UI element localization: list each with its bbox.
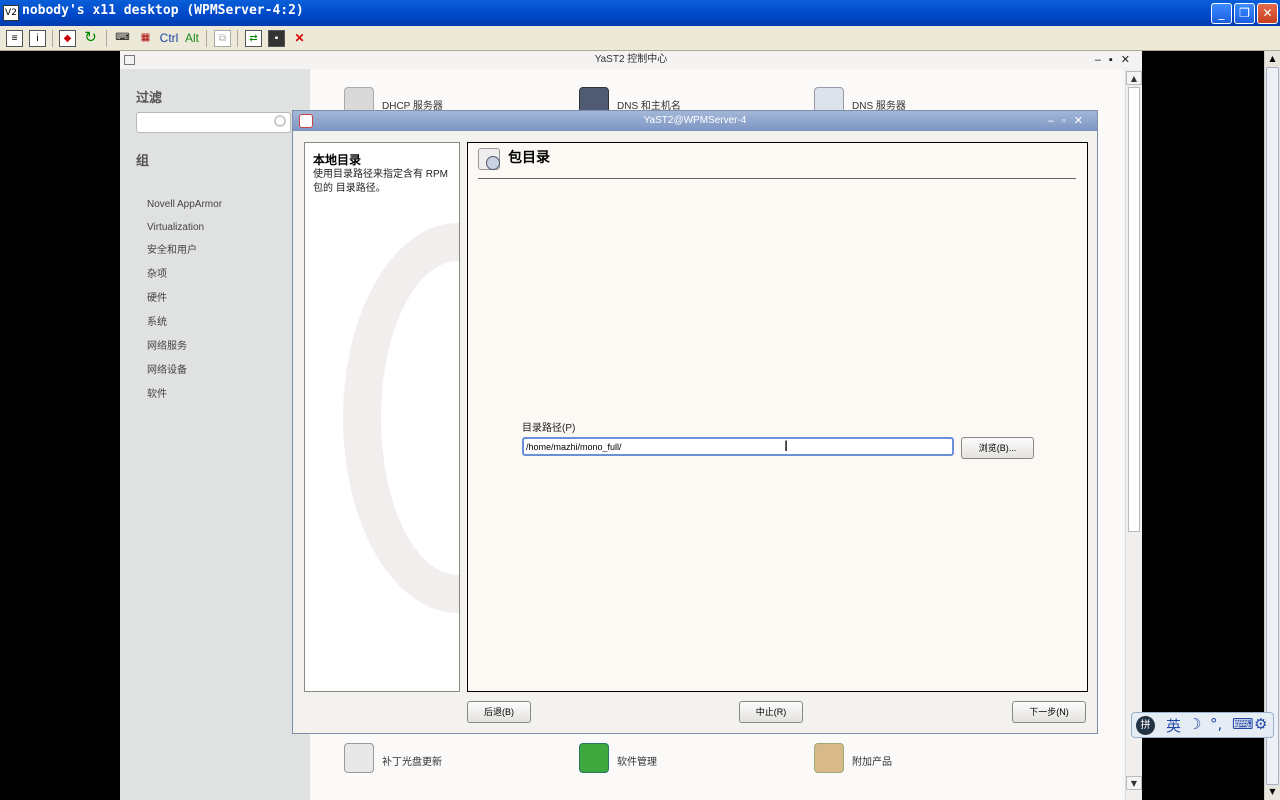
vnc-toolbar: ≡ i ◆ ↻ ⌨ ▦ Ctrl Alt ⧉ ⇄ ▪ ✕ — [0, 26, 1280, 51]
vnc-scroll-up-icon[interactable]: ▲ — [1265, 51, 1280, 66]
vnc-scrollbar[interactable]: ▲ ▼ — [1264, 51, 1280, 800]
patch-cd-icon — [344, 743, 374, 773]
vnc-scroll-down-icon[interactable]: ▼ — [1265, 784, 1280, 799]
browse-button[interactable]: 浏览(B)... — [961, 437, 1034, 459]
path-label: 目录路径(P) — [522, 423, 576, 434]
addon-box-icon — [814, 743, 844, 773]
options-icon[interactable]: ≡ — [6, 30, 23, 47]
group-heading: 组 — [136, 153, 150, 168]
toolbar-separator — [237, 30, 238, 47]
ctrl-alt-del-icon[interactable]: ⌨ — [114, 30, 131, 47]
toolbar-separator — [52, 30, 53, 47]
sidebar-item-software[interactable]: 软件 — [147, 387, 222, 411]
path-input[interactable] — [522, 437, 954, 456]
vnc-titlebar: V2 nobody's x11 desktop (WPMServer-4:2) … — [0, 0, 1280, 26]
ime-mode-label[interactable]: 英 — [1166, 715, 1181, 736]
scroll-down-icon[interactable]: ▼ — [1126, 776, 1142, 790]
sidebar-item-network-devices[interactable]: 网络设备 — [147, 363, 222, 387]
page-title: 包目录 — [508, 149, 550, 165]
minimize-button[interactable]: _ — [1211, 3, 1232, 24]
info-icon[interactable]: i — [29, 30, 46, 47]
punctuation-icon[interactable]: °, — [1210, 715, 1222, 733]
toolbar-separator — [206, 30, 207, 47]
yast-window-buttons[interactable]: –▪✕ — [1095, 51, 1138, 69]
group-list: Novell AppArmor Virtualization 安全和用户 杂项 … — [147, 197, 222, 411]
dialog-titlebar: YaST2@WPMServer-4 –▫✕ — [293, 111, 1097, 131]
suse-logo-watermark — [343, 223, 459, 613]
ime-logo-icon[interactable]: 拼 — [1136, 716, 1155, 735]
scroll-up-icon[interactable]: ▲ — [1126, 71, 1142, 85]
sidebar-item-network-services[interactable]: 网络服务 — [147, 339, 222, 363]
fullscreen-icon[interactable]: ◆ — [59, 30, 76, 47]
transfer-icon[interactable]: ⇄ — [245, 30, 262, 47]
software-icon — [579, 743, 609, 773]
vnc-icon[interactable]: V2 — [3, 5, 19, 21]
dialog-window-buttons[interactable]: –▫✕ — [1048, 111, 1091, 131]
copy-icon[interactable]: ⧉ — [214, 30, 231, 47]
yast-icon — [299, 114, 313, 128]
search-icon — [274, 115, 286, 127]
refresh-icon[interactable]: ↻ — [82, 30, 99, 47]
save-icon[interactable]: ▪ — [268, 30, 285, 47]
header-divider — [478, 178, 1076, 179]
help-heading: 本地目录 — [313, 153, 362, 167]
close-button[interactable]: ✕ — [1257, 3, 1278, 24]
alt-button[interactable]: Alt — [183, 30, 201, 47]
filter-input[interactable] — [136, 112, 291, 133]
win-key-icon[interactable]: ▦ — [137, 30, 154, 47]
scroll-thumb[interactable] — [1128, 87, 1140, 532]
ctrl-button[interactable]: Ctrl — [158, 30, 180, 47]
next-button[interactable]: 下一步(N) — [1012, 701, 1086, 723]
toolbar-separator — [106, 30, 107, 47]
content-panel: 包目录 目录路径(P) I 浏览(B)... — [467, 142, 1088, 692]
filter-heading: 过滤 — [136, 90, 163, 105]
module-scrollbar[interactable]: ▲ ▼ — [1125, 69, 1142, 800]
window-title: nobody's x11 desktop (WPMServer-4:2) — [22, 3, 304, 18]
window-menu-icon[interactable] — [124, 55, 135, 65]
yast-title: YaST2 控制中心 — [594, 54, 668, 65]
keyboard-icon[interactable]: ⌨ — [1232, 715, 1254, 733]
sidebar: 过滤 组 Novell AppArmor Virtualization 安全和用… — [120, 69, 310, 800]
package-directory-dialog: YaST2@WPMServer-4 –▫✕ 本地目录 使用目录路径来指定含有 R… — [292, 110, 1098, 734]
text-cursor-icon: I — [784, 439, 789, 455]
moon-icon[interactable]: ☽ — [1188, 715, 1201, 733]
ime-toolbar[interactable]: 拼 英 ☽ °, ⌨ ⚙ — [1131, 712, 1274, 738]
abort-button[interactable]: 中止(R) — [739, 701, 803, 723]
sidebar-item-system[interactable]: 系统 — [147, 315, 222, 339]
vnc-scroll-thumb[interactable] — [1266, 67, 1279, 785]
disconnect-icon[interactable]: ✕ — [291, 30, 308, 47]
help-panel: 本地目录 使用目录路径来指定含有 RPM 包的 目录路径。 — [304, 142, 460, 692]
sidebar-item-apparmor[interactable]: Novell AppArmor — [147, 197, 222, 220]
sidebar-item-hardware[interactable]: 硬件 — [147, 291, 222, 315]
restore-button[interactable]: ❐ — [1234, 3, 1255, 24]
sidebar-item-security[interactable]: 安全和用户 — [147, 243, 222, 267]
back-button[interactable]: 后退(B) — [467, 701, 531, 723]
settings-gear-icon[interactable]: ⚙ — [1254, 715, 1267, 733]
dialog-title: YaST2@WPMServer-4 — [643, 115, 747, 126]
yast-titlebar: YaST2 控制中心 –▪✕ — [120, 51, 1142, 69]
package-directory-icon — [478, 148, 500, 170]
sidebar-item-misc[interactable]: 杂项 — [147, 267, 222, 291]
help-text: 使用目录路径来指定含有 RPM 包的 目录路径。 — [313, 169, 448, 194]
sidebar-item-virtualization[interactable]: Virtualization — [147, 220, 222, 243]
